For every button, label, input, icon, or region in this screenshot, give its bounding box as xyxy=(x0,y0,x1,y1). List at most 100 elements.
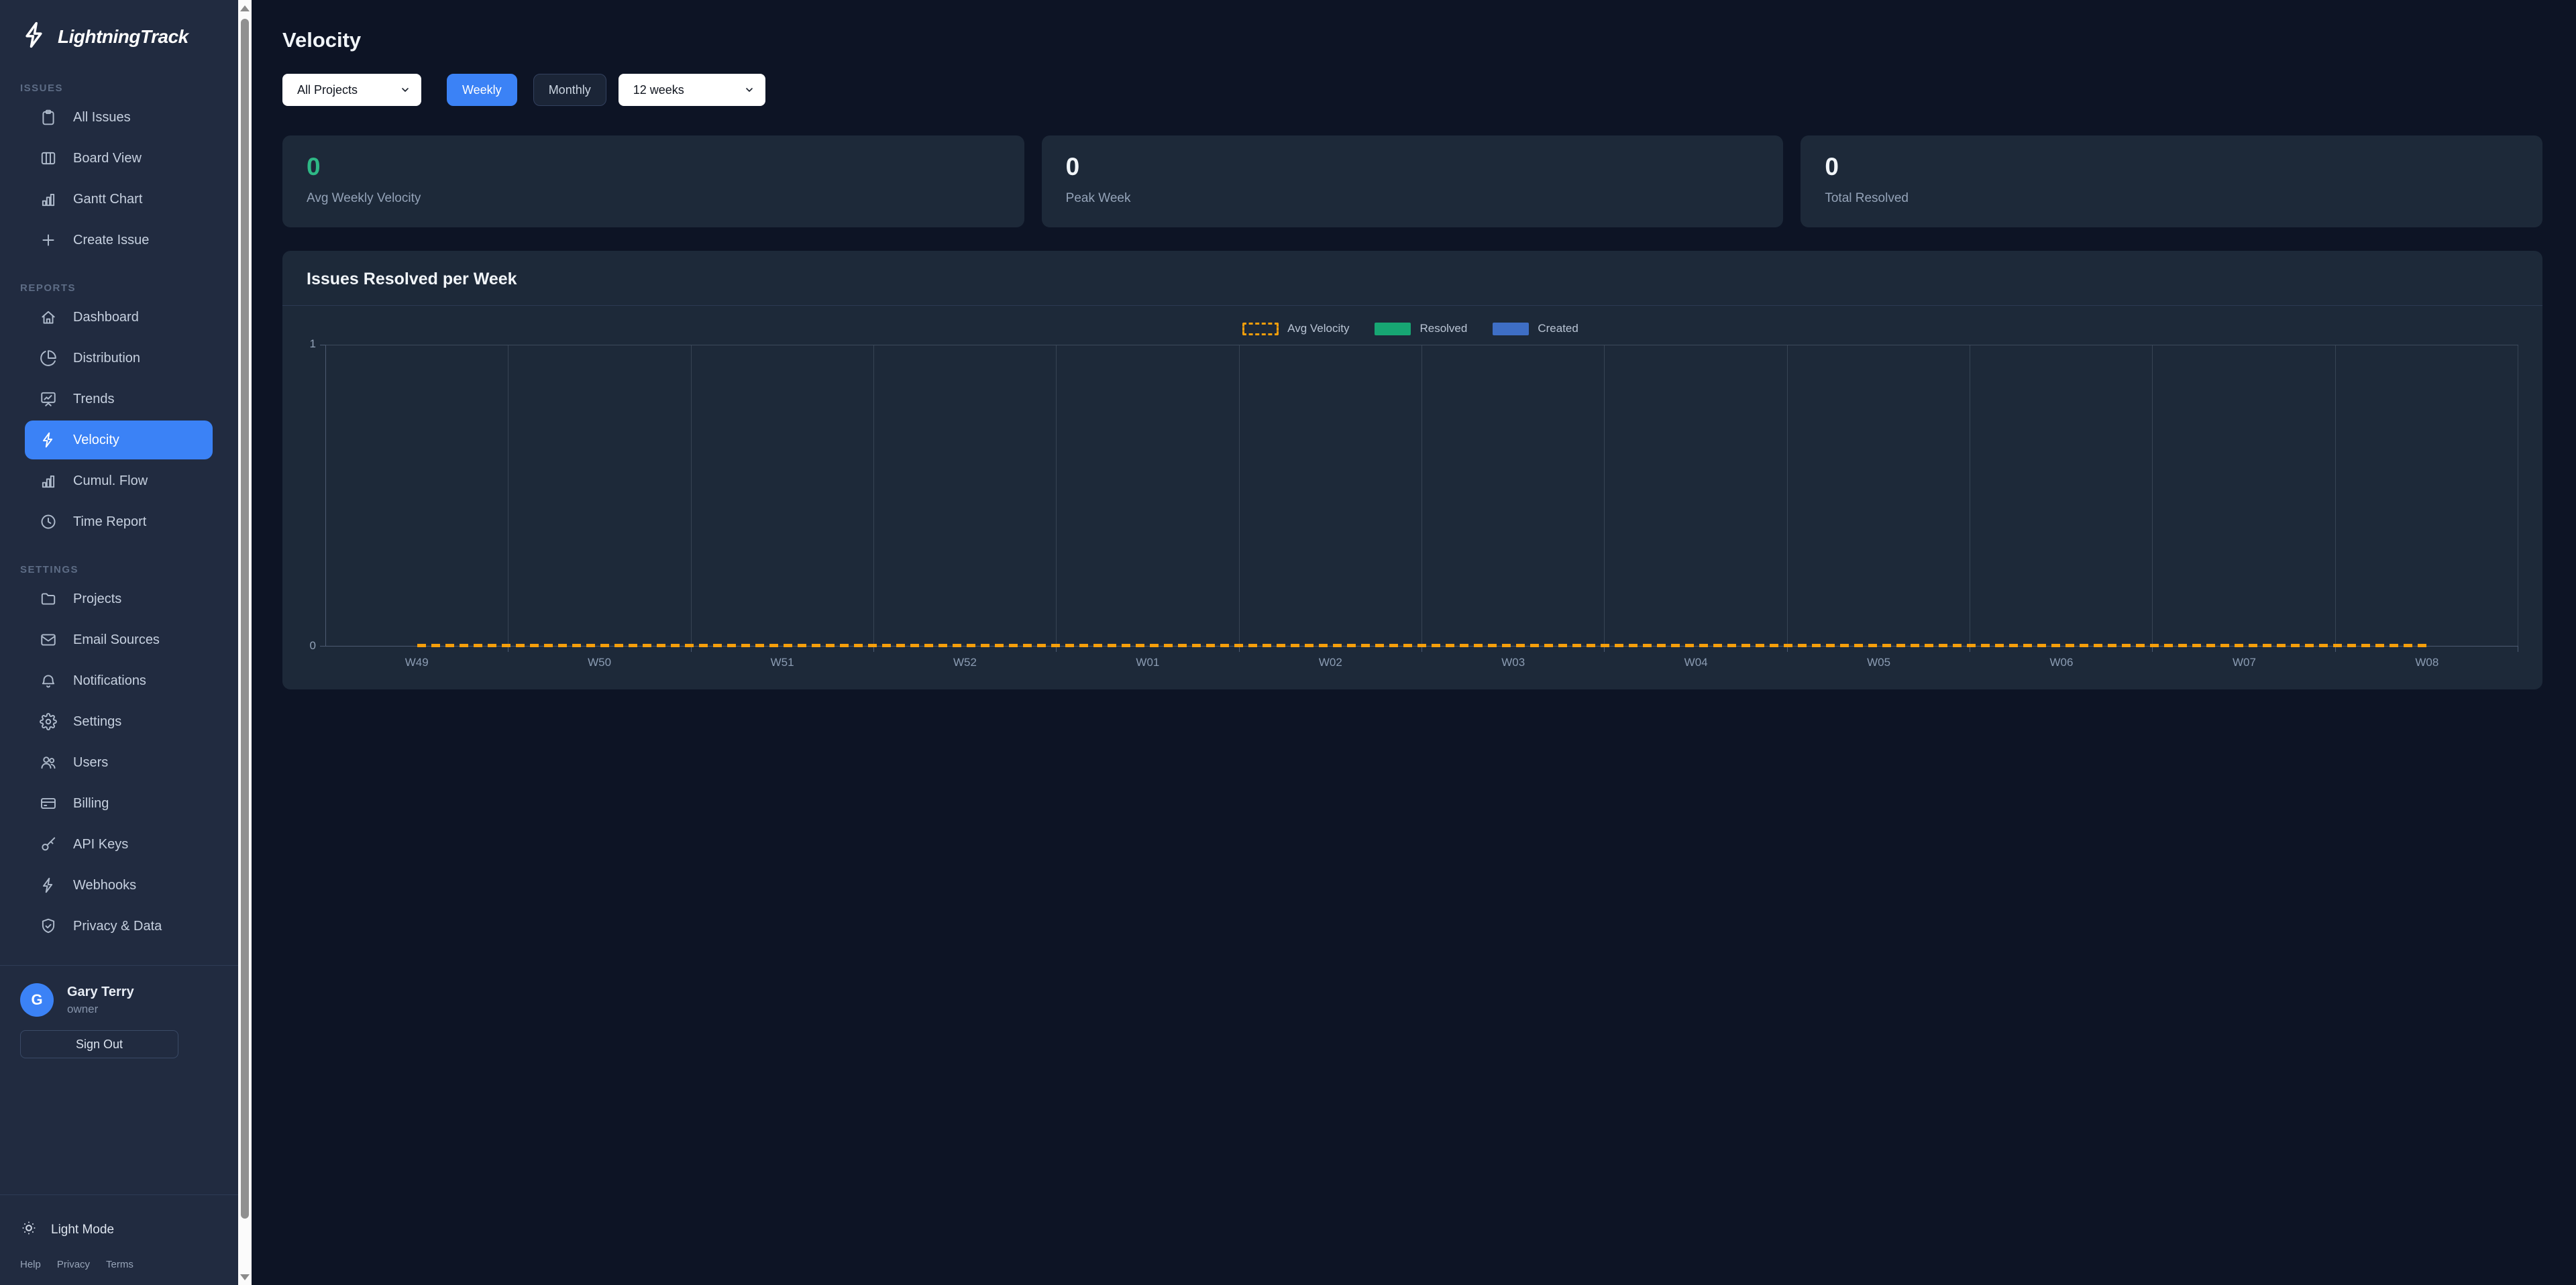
chart-column-w07 xyxy=(2153,345,2335,646)
project-filter-select[interactable]: All Projects xyxy=(282,74,421,106)
chart-column-w49 xyxy=(326,345,508,646)
sidebar-item-privacy-data[interactable]: Privacy & Data xyxy=(25,907,213,946)
bell-icon xyxy=(40,672,57,689)
x-axis-tick-label: W05 xyxy=(1787,647,1970,669)
range-filter-select[interactable]: 12 weeks xyxy=(619,74,765,106)
bar-chart-icon xyxy=(40,472,57,490)
weekly-toggle-button[interactable]: Weekly xyxy=(447,74,517,106)
sidebar-item-label: Dashboard xyxy=(73,310,139,325)
sidebar-item-cumul-flow[interactable]: Cumul. Flow xyxy=(25,461,213,500)
user-section: G Gary Terry owner Sign Out xyxy=(0,965,238,1078)
sidebar-item-label: Cumul. Flow xyxy=(73,473,148,489)
sidebar-item-all-issues[interactable]: All Issues xyxy=(25,98,213,137)
sidebar-item-email-sources[interactable]: Email Sources xyxy=(25,620,213,659)
scrollbar-thumb[interactable] xyxy=(241,19,249,1219)
nav-section-label-settings: SETTINGS xyxy=(20,564,238,575)
sidebar-item-create-issue[interactable]: Create Issue xyxy=(25,221,213,260)
chart-column-w50 xyxy=(508,345,691,646)
folder-icon xyxy=(40,590,57,608)
sidebar-item-label: API Keys xyxy=(73,837,128,852)
sidebar-item-distribution[interactable]: Distribution xyxy=(25,339,213,378)
footer-link-privacy[interactable]: Privacy xyxy=(57,1259,90,1270)
sidebar-item-time-report[interactable]: Time Report xyxy=(25,502,213,541)
scrollbar-up-arrow[interactable] xyxy=(238,1,252,15)
chart-title: Issues Resolved per Week xyxy=(307,270,2518,289)
stat-card-avg-weekly-velocity: 0Avg Weekly Velocity xyxy=(282,135,1024,227)
bolt-icon xyxy=(40,877,57,894)
legend-item-created[interactable]: Created xyxy=(1493,322,1578,335)
user-name: Gary Terry xyxy=(67,985,134,1000)
sign-out-button[interactable]: Sign Out xyxy=(20,1030,178,1058)
columns-icon xyxy=(40,150,57,167)
theme-toggle-label: Light Mode xyxy=(51,1223,114,1237)
sidebar-item-label: Board View xyxy=(73,151,142,166)
granularity-toggle: Weekly Monthly xyxy=(447,74,619,106)
legend-label: Resolved xyxy=(1419,322,1467,335)
legend-swatch-created xyxy=(1493,323,1529,335)
x-axis-tick-label: W07 xyxy=(2153,647,2335,669)
sidebar: LightningTrack ISSUES All Issues Board Vie… xyxy=(0,0,238,1285)
scrollbar-down-arrow[interactable] xyxy=(238,1270,252,1284)
app-window: LightningTrack ISSUES All Issues Board Vie… xyxy=(0,0,2576,1285)
nav-section-label-reports: REPORTS xyxy=(20,282,238,294)
page-title: Velocity xyxy=(282,28,2542,52)
sidebar-item-label: Email Sources xyxy=(73,632,160,648)
x-axis-tick-label: W03 xyxy=(1422,647,1605,669)
sidebar-item-label: Distribution xyxy=(73,351,140,366)
legend-item-avg-velocity[interactable]: Avg Velocity xyxy=(1242,322,1349,335)
stat-label: Avg Weekly Velocity xyxy=(307,191,1000,206)
sidebar-item-gantt-chart[interactable]: Gantt Chart xyxy=(25,180,213,219)
sidebar-item-api-keys[interactable]: API Keys xyxy=(25,825,213,864)
footer-link-terms[interactable]: Terms xyxy=(106,1259,133,1270)
credit-card-icon xyxy=(40,795,57,812)
sidebar-item-label: Velocity xyxy=(73,433,119,448)
sidebar-item-label: Trends xyxy=(73,392,115,407)
legend-item-resolved[interactable]: Resolved xyxy=(1375,322,1467,335)
chevron-down-icon xyxy=(400,85,411,95)
chart-column-w01 xyxy=(1057,345,1239,646)
nav-section-label-issues: ISSUES xyxy=(20,82,238,94)
x-axis-tick-label: W50 xyxy=(508,647,690,669)
sidebar-item-dashboard[interactable]: Dashboard xyxy=(25,298,213,337)
sidebar-item-label: Gantt Chart xyxy=(73,192,142,207)
footer-links: Help Privacy Terms xyxy=(20,1247,218,1274)
monthly-toggle-button[interactable]: Monthly xyxy=(533,74,606,106)
sidebar-item-label: Webhooks xyxy=(73,878,136,893)
bar-chart-icon xyxy=(40,190,57,208)
range-filter-value: 12 weeks xyxy=(633,83,684,97)
stat-label: Peak Week xyxy=(1066,191,1760,206)
sidebar-item-trends[interactable]: Trends xyxy=(25,380,213,418)
sidebar-bottom: Light Mode Help Privacy Terms xyxy=(0,1194,238,1285)
y-axis: 1 0 xyxy=(303,345,325,647)
key-icon xyxy=(40,836,57,853)
footer-link-help[interactable]: Help xyxy=(20,1259,41,1270)
bolt-icon xyxy=(40,431,57,449)
stats-row: 0Avg Weekly Velocity0Peak Week0Total Res… xyxy=(282,135,2542,227)
x-axis-tick-label: W06 xyxy=(1970,647,2153,669)
y-axis-tick-label-0: 0 xyxy=(310,639,316,653)
brand-name: LightningTrack xyxy=(58,26,189,48)
sidebar-item-users[interactable]: Users xyxy=(25,743,213,782)
sidebar-item-board-view[interactable]: Board View xyxy=(25,139,213,178)
y-axis-tick-label-1: 1 xyxy=(310,337,316,351)
x-axis-tick-label: W01 xyxy=(1057,647,1239,669)
clipboard-icon xyxy=(40,109,57,126)
legend-swatch-avg-velocity xyxy=(1242,323,1279,335)
legend-label: Avg Velocity xyxy=(1287,322,1349,335)
users-icon xyxy=(40,754,57,771)
lightning-bolt-logo-icon xyxy=(20,20,50,53)
chart-plot-area xyxy=(325,345,2518,647)
theme-toggle[interactable]: Light Mode xyxy=(20,1200,218,1247)
chart-column-w06 xyxy=(1970,345,2153,646)
velocity-chart: Avg Velocity Resolved Created 1 0 xyxy=(282,306,2542,689)
sidebar-item-notifications[interactable]: Notifications xyxy=(25,661,213,700)
sidebar-item-billing[interactable]: Billing xyxy=(25,784,213,823)
sidebar-item-webhooks[interactable]: Webhooks xyxy=(25,866,213,905)
sidebar-item-velocity[interactable]: Velocity xyxy=(25,421,213,459)
brand-logo: LightningTrack xyxy=(0,0,238,60)
avg-velocity-line xyxy=(417,644,2427,647)
sidebar-scrollbar[interactable] xyxy=(238,0,252,1285)
sidebar-item-projects[interactable]: Projects xyxy=(25,579,213,618)
trends-icon xyxy=(40,390,57,408)
sidebar-item-settings[interactable]: Settings xyxy=(25,702,213,741)
